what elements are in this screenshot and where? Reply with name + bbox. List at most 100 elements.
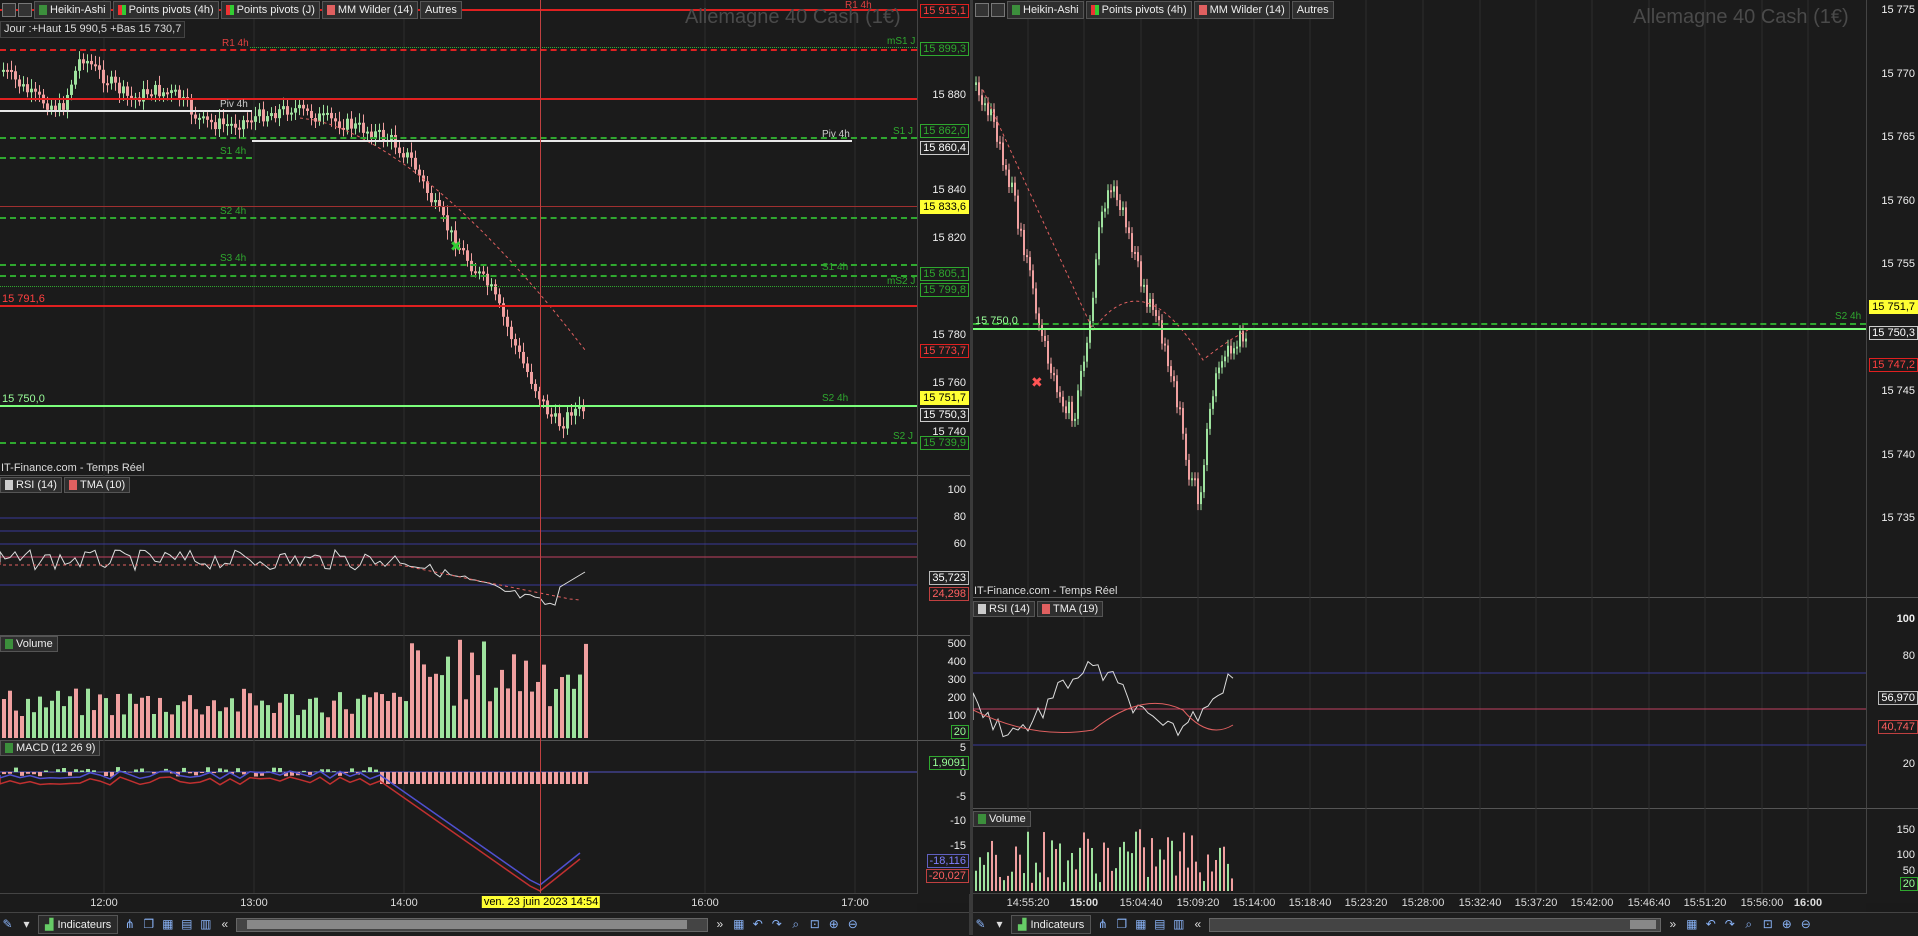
indicator-chip-pivots-4h[interactable]: Points pivots (4h)	[113, 1, 219, 19]
zoom-reset-icon[interactable]: ⊡	[807, 917, 822, 932]
zoom-in-icon[interactable]: ⊕	[826, 917, 841, 932]
left-time-axis[interactable]: 12:00 13:00 14:00 ven. 23 juin 2023 14:5…	[0, 893, 917, 912]
chip-label: Heikin-Ashi	[1023, 2, 1079, 18]
right-time-axis[interactable]: 14:55:20 15:00 15:04:40 15:09:20 15:14:0…	[973, 893, 1866, 912]
table-icon[interactable]: ▥	[198, 917, 213, 932]
volume-bar	[1215, 860, 1217, 891]
settings-icon[interactable]	[2, 3, 16, 17]
indicator-chip-pivots-j[interactable]: Points pivots (J)	[221, 1, 320, 19]
time-label: 16:00	[1794, 897, 1822, 909]
indicator-chip-tma[interactable]: TMA (19)	[1037, 601, 1103, 617]
duplicate-icon[interactable]: ❐	[141, 917, 156, 932]
window-icon[interactable]	[991, 3, 1005, 17]
chevron-down-icon[interactable]: ▾	[992, 917, 1007, 932]
duplicate-icon[interactable]: ❐	[1114, 917, 1129, 932]
time-scrollbar[interactable]	[236, 918, 708, 932]
share-icon[interactable]: ⋔	[122, 917, 137, 932]
indicator-chip-heikin-ashi[interactable]: Heikin-Ashi	[34, 1, 111, 19]
scroll-start-icon[interactable]: «	[217, 917, 232, 932]
volume-bar	[1175, 876, 1177, 891]
right-volume-chart[interactable]	[973, 0, 1866, 893]
volume-bar	[1147, 877, 1149, 891]
calendar-icon[interactable]: ▦	[1684, 917, 1699, 932]
left-chart-pane[interactable]: Heikin-Ashi Points pivots (4h) Points pi…	[0, 0, 969, 903]
indicator-chip-mm-wilder[interactable]: MM Wilder (14)	[322, 1, 418, 19]
macd-histogram-bar	[92, 770, 96, 772]
macd-histogram-bar	[68, 772, 72, 776]
volume-tick: 100	[948, 710, 966, 722]
scroll-end-icon[interactable]: »	[1665, 917, 1680, 932]
zoom-out-icon[interactable]: ⊖	[1798, 917, 1813, 932]
macd-tick: 5	[960, 742, 966, 754]
scrollbar-thumb[interactable]	[1630, 920, 1656, 929]
volume-bar	[1011, 872, 1013, 891]
undo-icon[interactable]: ↶	[1703, 917, 1718, 932]
settings-icon[interactable]	[975, 3, 989, 17]
calendar-icon[interactable]: ▦	[731, 917, 746, 932]
pen-icon[interactable]: ✎	[0, 917, 15, 932]
indicator-chip-heikin-ashi[interactable]: Heikin-Ashi	[1007, 1, 1084, 19]
scroll-start-icon[interactable]: «	[1190, 917, 1205, 932]
indicator-chip-pivots-4h[interactable]: Points pivots (4h)	[1086, 1, 1192, 19]
rsi-tick: 80	[1903, 650, 1915, 662]
volume-bar	[987, 852, 989, 891]
chevron-down-icon[interactable]: ▾	[19, 917, 34, 932]
zoom-reset-icon[interactable]: ⊡	[1760, 917, 1775, 932]
price-tag-ms1-j: 15 899,3	[920, 42, 969, 56]
share-icon[interactable]: ⋔	[1095, 917, 1110, 932]
zoom-out-icon[interactable]: ⊖	[845, 917, 860, 932]
volume-bar	[1123, 842, 1125, 891]
volume-panel-header: Volume	[0, 636, 58, 652]
macd-histogram-bar	[518, 772, 522, 784]
calendar-icon[interactable]: ▤	[1152, 917, 1167, 932]
macd-histogram-bar	[350, 768, 354, 772]
volume-bar	[1035, 863, 1037, 891]
left-macd-chart[interactable]	[0, 0, 917, 893]
scrollbar-thumb[interactable]	[247, 920, 687, 929]
indicator-chip-volume[interactable]: Volume	[973, 811, 1031, 827]
redo-icon[interactable]: ↷	[769, 917, 784, 932]
chip-label: TMA (10)	[80, 478, 125, 492]
table-icon[interactable]: ▥	[1171, 917, 1186, 932]
volume-bar	[975, 871, 977, 891]
calculator-icon[interactable]: ▦	[1133, 917, 1148, 932]
indicator-chip-volume[interactable]: Volume	[0, 636, 58, 652]
time-label: 14:00	[390, 897, 418, 909]
calendar-icon[interactable]: ▤	[179, 917, 194, 932]
left-bottom-toolbar: ✎ ▾ ▟Indicateurs ⋔ ❐ ▦ ▤ ▥ « » ▦ ↶ ↷ ⌕ ⊡…	[0, 912, 969, 936]
volume-tick: 100	[1897, 849, 1915, 861]
indicators-button[interactable]: ▟Indicateurs	[1011, 915, 1091, 934]
undo-icon[interactable]: ↶	[750, 917, 765, 932]
left-macd-axis: 5 0 -5 -10 -15 1,9091 -18,116 -20,027	[917, 740, 970, 894]
indicator-chip-autres[interactable]: Autres	[420, 1, 462, 19]
window-icon[interactable]	[18, 3, 32, 17]
pen-icon[interactable]: ✎	[973, 917, 988, 932]
chip-label: MACD (12 26 9)	[16, 741, 95, 755]
price-tag-red: 15 747,2	[1869, 358, 1918, 372]
volume-bar	[1219, 848, 1221, 891]
indicator-chip-tma[interactable]: TMA (10)	[64, 477, 130, 493]
scroll-end-icon[interactable]: »	[712, 917, 727, 932]
macd-histogram-bar	[224, 770, 228, 772]
indicator-chip-macd[interactable]: MACD (12 26 9)	[0, 740, 100, 756]
indicator-chip-mm-wilder[interactable]: MM Wilder (14)	[1194, 1, 1290, 19]
rsi-panel-header: RSI (14) TMA (10)	[0, 477, 130, 493]
price-tag-ms2-j: 15 799,8	[920, 283, 969, 297]
rsi-tick: 60	[954, 538, 966, 550]
zoom-fit-icon[interactable]: ⌕	[788, 917, 803, 932]
calculator-icon[interactable]: ▦	[160, 917, 175, 932]
chip-label: RSI (14)	[989, 602, 1030, 616]
indicator-chip-rsi[interactable]: RSI (14)	[0, 477, 62, 493]
zoom-in-icon[interactable]: ⊕	[1779, 917, 1794, 932]
volume-bar	[1151, 838, 1153, 891]
indicators-button[interactable]: ▟Indicateurs	[38, 915, 118, 934]
price-tick: 15 740	[1881, 449, 1915, 461]
redo-icon[interactable]: ↷	[1722, 917, 1737, 932]
instrument-watermark: Allemagne 40 Cash (1€)	[685, 6, 901, 29]
zoom-fit-icon[interactable]: ⌕	[1741, 917, 1756, 932]
indicator-chip-autres[interactable]: Autres	[1292, 1, 1334, 19]
time-scrollbar[interactable]	[1209, 918, 1661, 932]
right-chart-pane[interactable]: Heikin-Ashi Points pivots (4h) MM Wilder…	[973, 0, 1918, 903]
indicator-chip-rsi[interactable]: RSI (14)	[973, 601, 1035, 617]
chip-label: Autres	[425, 2, 457, 18]
